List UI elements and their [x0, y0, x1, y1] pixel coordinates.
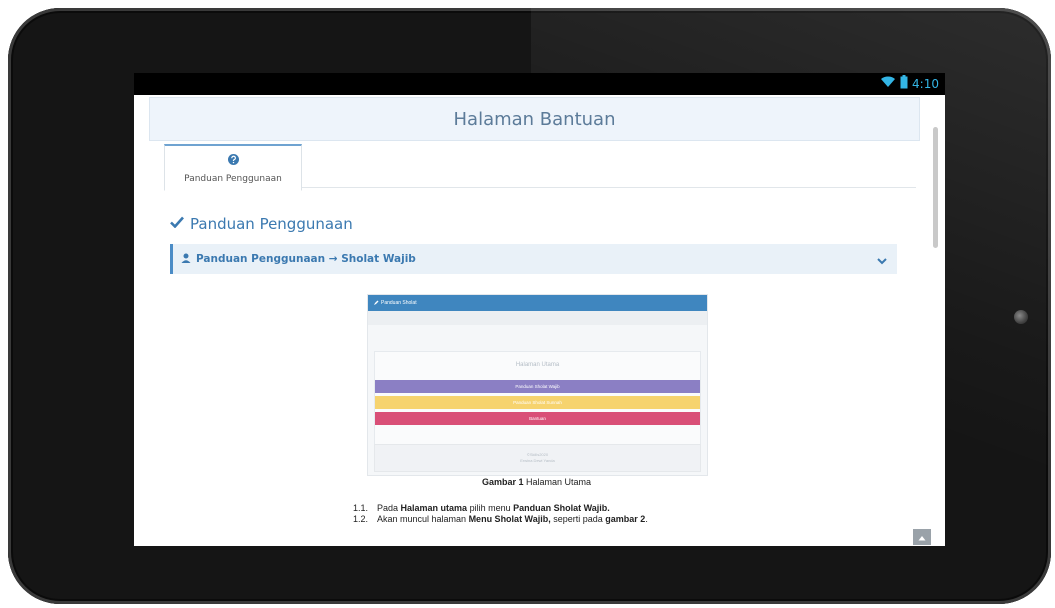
user-icon [181, 250, 191, 268]
scroll-to-top-button[interactable] [913, 529, 931, 545]
accordion-title: Panduan Penggunaan → Sholat Wajib [196, 253, 416, 265]
step-text-part: Pada [377, 503, 401, 513]
chevron-down-icon[interactable] [877, 252, 887, 270]
steps-list: 1.1. Pada Halaman utama pilih menu Pandu… [353, 503, 733, 525]
step-text-bold: gambar 2 [605, 514, 646, 524]
step-text-part: pilih menu [467, 503, 514, 513]
step-item: 1.2. Akan muncul halaman Menu Sholat Waj… [353, 514, 733, 525]
caption-text: Halaman Utama [523, 477, 592, 487]
step-text-bold: Halaman utama [400, 503, 468, 513]
section-title: Panduan Penggunaan [190, 215, 353, 233]
mini-page-title: Halaman Utama [515, 362, 560, 368]
step-text: Akan muncul halaman Menu Sholat Wajib, s… [377, 514, 648, 525]
mini-button-sholat-wajib: Panduan Sholat Wajib [375, 380, 700, 393]
battery-icon [900, 74, 908, 94]
status-bar: 4:10 [134, 73, 945, 95]
step-item: 1.1. Pada Halaman utama pilih menu Pandu… [353, 503, 733, 514]
step-text-part: . [645, 514, 648, 524]
accordion-sholat-wajib[interactable]: Panduan Penggunaan → Sholat Wajib [170, 244, 897, 274]
step-text-bold: Panduan Sholat Wajib. [513, 503, 610, 513]
caption-label: Gambar 1 [481, 477, 524, 487]
step-text-part: Akan muncul halaman [377, 514, 469, 524]
chevron-up-icon [918, 528, 926, 546]
figure-caption: Gambar 1 Halaman Utama [367, 477, 706, 487]
question-circle-icon [227, 152, 239, 170]
mini-menu-box: Halaman Utama Panduan Sholat Wajib Pandu… [374, 351, 701, 445]
step-text-bold: Menu Sholat Wajib, [468, 514, 551, 524]
camera-icon [1014, 310, 1028, 324]
scrollbar[interactable] [933, 127, 938, 248]
step-number: 1.1. [353, 503, 369, 513]
mini-footer: ©Skills2020 Erwina Dewi Yanda [374, 444, 701, 472]
page-header: Halaman Bantuan [149, 97, 920, 141]
device-screen: 4:10 Halaman Bantuan Panduan Penggunaan … [134, 73, 945, 546]
mini-edit-icon [374, 300, 379, 307]
step-text-part: seperti pada [550, 514, 606, 524]
page-title: Halaman Bantuan [453, 108, 616, 130]
status-time: 4:10 [912, 77, 939, 91]
mini-app-title: Panduan Sholat [381, 300, 417, 306]
mini-button-sholat-sunnah: Panduan Sholat Sunnah [375, 396, 700, 409]
mini-footer-line: Erwina Dewi Yanda [520, 458, 555, 463]
wifi-icon [880, 75, 896, 93]
tab-panduan-penggunaan[interactable]: Panduan Penggunaan [164, 144, 302, 191]
mini-app-bar: Panduan Sholat [368, 295, 707, 311]
step-text: Pada Halaman utama pilih menu Panduan Sh… [377, 503, 610, 514]
mini-button-bantuan: Bantuan [375, 412, 700, 425]
section-heading: Panduan Penggunaan [170, 215, 353, 233]
check-icon [170, 215, 184, 233]
mini-toolbar-strip [368, 311, 707, 325]
status-icons: 4:10 [880, 74, 939, 94]
figure-screenshot: Panduan Sholat Halaman Utama Panduan Sho… [367, 294, 708, 476]
tab-label: Panduan Penggunaan [184, 174, 282, 184]
step-number: 1.2. [353, 514, 369, 524]
